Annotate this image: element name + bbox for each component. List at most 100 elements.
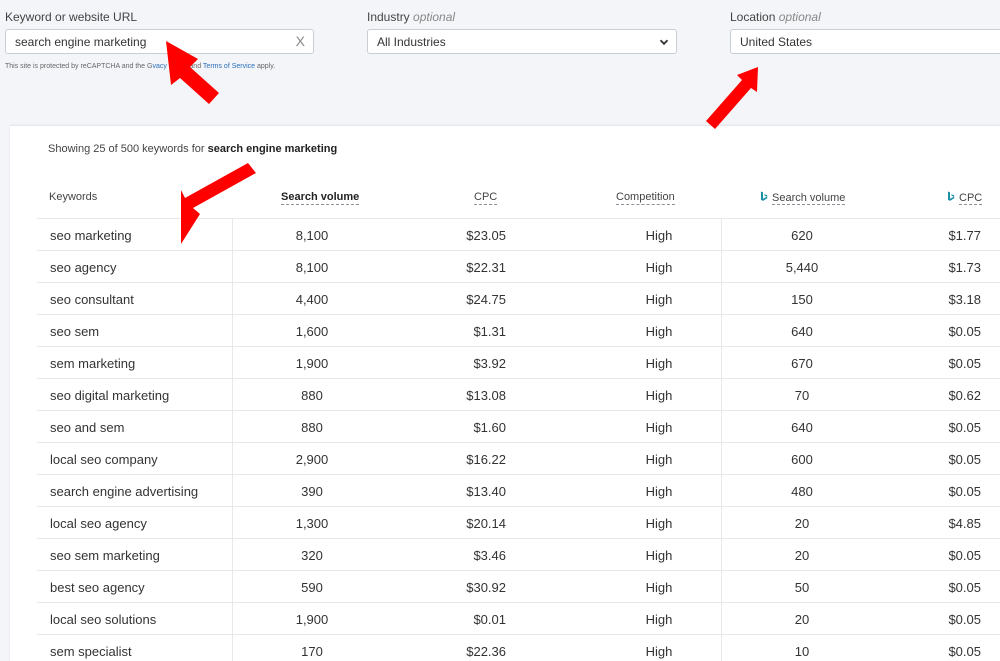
keyword-cell[interactable]: sem marketing bbox=[50, 356, 135, 371]
table-row: sem marketing 1,900 $3.92 High 670 $0.05 bbox=[37, 346, 1000, 378]
cpc-cell: $22.31 bbox=[466, 260, 506, 275]
cpc-cell: $3.92 bbox=[473, 356, 506, 371]
header-competition[interactable]: Competition bbox=[616, 191, 675, 205]
keyword-label: Keyword or website URL bbox=[5, 10, 138, 24]
competition-cell: High bbox=[645, 356, 673, 371]
bing-search-volume-cell: 20 bbox=[794, 516, 810, 531]
search-volume-cell: 880 bbox=[301, 420, 323, 435]
cpc-cell: $1.31 bbox=[473, 324, 506, 339]
bing-search-volume-cell: 480 bbox=[791, 484, 813, 499]
bing-cpc-cell: $0.05 bbox=[948, 580, 981, 595]
keyword-cell[interactable]: seo sem bbox=[50, 324, 99, 339]
table-row: sem specialist 170 $22.36 High 10 $0.05 bbox=[37, 634, 1000, 661]
bing-search-volume-cell: 5,440 bbox=[785, 260, 819, 275]
search-volume-cell: 1,600 bbox=[295, 324, 329, 339]
bing-search-volume-cell: 150 bbox=[791, 292, 813, 307]
bing-cpc-cell: $0.05 bbox=[948, 484, 981, 499]
location-input[interactable]: United States bbox=[730, 29, 1000, 54]
keyword-cell[interactable]: search engine advertising bbox=[50, 484, 198, 499]
keyword-cell[interactable]: best seo agency bbox=[50, 580, 145, 595]
competition-cell: High bbox=[645, 388, 673, 403]
competition-cell: High bbox=[645, 260, 673, 275]
search-volume-cell: 880 bbox=[301, 388, 323, 403]
cpc-cell: $23.05 bbox=[466, 228, 506, 243]
results-summary: Showing 25 of 500 keywords for search en… bbox=[48, 143, 338, 155]
cpc-cell: $22.36 bbox=[466, 644, 506, 659]
search-volume-cell: 390 bbox=[301, 484, 323, 499]
keyword-cell[interactable]: local seo solutions bbox=[50, 612, 156, 627]
competition-cell: High bbox=[645, 580, 673, 595]
header-search-volume[interactable]: Search volume bbox=[281, 191, 360, 205]
keyword-cell[interactable]: seo agency bbox=[50, 260, 117, 275]
table-row: search engine advertising 390 $13.40 High 48… bbox=[37, 474, 1000, 506]
industry-select[interactable]: All Industries bbox=[367, 29, 677, 54]
bing-icon bbox=[948, 191, 955, 201]
competition-cell: High bbox=[645, 452, 673, 467]
bing-cpc-cell: $0.05 bbox=[948, 452, 981, 467]
keyword-cell[interactable]: seo consultant bbox=[50, 292, 134, 307]
industry-label: Industry optional bbox=[367, 10, 456, 24]
keyword-cell[interactable]: seo marketing bbox=[50, 228, 132, 243]
bing-cpc-cell: $3.18 bbox=[948, 292, 981, 307]
cpc-cell: $30.92 bbox=[466, 580, 506, 595]
header-bing-search-volume[interactable]: Search volume bbox=[760, 191, 846, 205]
cpc-cell: $16.22 bbox=[466, 452, 506, 467]
bing-icon bbox=[761, 191, 768, 201]
competition-cell: High bbox=[645, 612, 673, 627]
search-volume-cell: 8,100 bbox=[295, 228, 329, 243]
bing-search-volume-cell: 70 bbox=[794, 388, 810, 403]
search-volume-cell: 320 bbox=[301, 548, 323, 563]
cpc-cell: $1.60 bbox=[473, 420, 506, 435]
terms-of-service-link[interactable]: Terms of Service bbox=[203, 63, 255, 70]
header-cpc[interactable]: CPC bbox=[474, 191, 498, 205]
cpc-cell: $13.08 bbox=[466, 388, 506, 403]
keyword-cell[interactable]: seo sem marketing bbox=[50, 548, 160, 563]
results-card: Showing 25 of 500 keywords for search en… bbox=[10, 125, 1000, 661]
cpc-cell: $13.40 bbox=[466, 484, 506, 499]
bing-cpc-cell: $0.05 bbox=[948, 356, 981, 371]
search-volume-cell: 1,900 bbox=[295, 612, 329, 627]
privacy-policy-link[interactable]: vacy Policy bbox=[152, 63, 187, 70]
search-volume-cell: 2,900 bbox=[295, 452, 329, 467]
table-row: local seo company 2,900 $16.22 High 600 $0.05 bbox=[37, 442, 1000, 474]
bing-cpc-cell: $0.62 bbox=[948, 388, 981, 403]
table-row: seo sem 1,600 $1.31 High 640 $0.05 bbox=[37, 314, 1000, 346]
competition-cell: High bbox=[645, 292, 673, 307]
search-form: Keyword or website URL search engine mar… bbox=[0, 0, 1000, 95]
search-volume-cell: 4,400 bbox=[295, 292, 329, 307]
keyword-input[interactable]: search engine marketing X bbox=[5, 29, 314, 54]
bing-search-volume-cell: 600 bbox=[791, 452, 813, 467]
location-input-value: United States bbox=[740, 34, 813, 49]
cpc-cell: $0.01 bbox=[473, 612, 506, 627]
bing-cpc-cell: $1.73 bbox=[948, 260, 981, 275]
search-volume-cell: 170 bbox=[301, 644, 323, 659]
bing-search-volume-cell: 640 bbox=[791, 324, 813, 339]
competition-cell: High bbox=[645, 644, 673, 659]
cpc-cell: $20.14 bbox=[466, 516, 506, 531]
keyword-cell[interactable]: seo and sem bbox=[50, 420, 124, 435]
bing-cpc-cell: $0.05 bbox=[948, 420, 981, 435]
bing-search-volume-cell: 20 bbox=[794, 612, 810, 627]
recaptcha-notice: This site is protected by reCAPTCHA and … bbox=[5, 63, 276, 70]
cpc-cell: $3.46 bbox=[473, 548, 506, 563]
competition-cell: High bbox=[645, 324, 673, 339]
bing-search-volume-cell: 20 bbox=[794, 548, 810, 563]
table-row: best seo agency 590 $30.92 High 50 $0.05 bbox=[37, 570, 1000, 602]
search-volume-cell: 1,300 bbox=[295, 516, 329, 531]
cpc-cell: $24.75 bbox=[466, 292, 506, 307]
keyword-cell[interactable]: local seo agency bbox=[50, 516, 147, 531]
keyword-cell[interactable]: seo digital marketing bbox=[50, 388, 169, 403]
header-bing-cpc[interactable]: CPC bbox=[947, 191, 983, 205]
table-row: seo agency 8,100 $22.31 High 5,440 $1.73 bbox=[37, 250, 1000, 282]
header-keywords: Keywords bbox=[49, 191, 98, 203]
close-icon[interactable]: X bbox=[296, 33, 305, 49]
location-label: Location optional bbox=[730, 10, 821, 24]
search-volume-cell: 8,100 bbox=[295, 260, 329, 275]
keyword-cell[interactable]: sem specialist bbox=[50, 644, 132, 659]
table-row: seo sem marketing 320 $3.46 High 20 $0.05 bbox=[37, 538, 1000, 570]
competition-cell: High bbox=[645, 484, 673, 499]
keyword-cell[interactable]: local seo company bbox=[50, 452, 158, 467]
bing-search-volume-cell: 670 bbox=[791, 356, 813, 371]
search-volume-cell: 590 bbox=[301, 580, 323, 595]
table-row: seo and sem 880 $1.60 High 640 $0.05 bbox=[37, 410, 1000, 442]
